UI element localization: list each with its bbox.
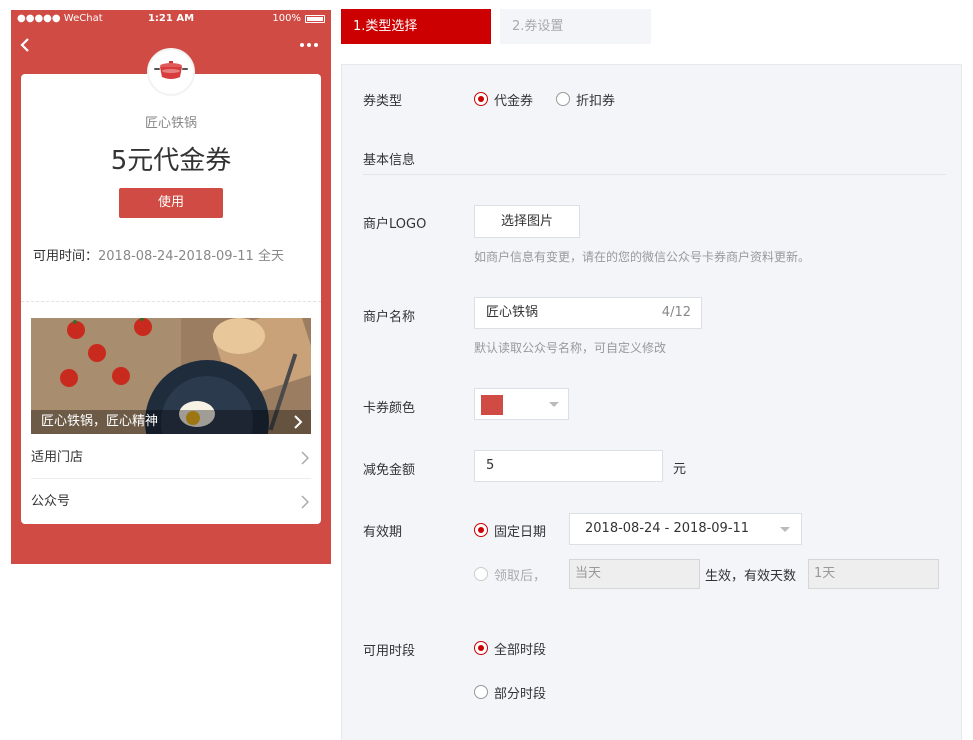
char-counter: 4/12 <box>661 305 691 320</box>
preview-validity: 可用时间：2018-08-24-2018-09-11 全天 <box>33 246 309 268</box>
logo-hint: 如商户信息有变更，请在的您的微信公众号卡券商户资料更新。 <box>474 250 811 264</box>
pot-logo-icon <box>154 61 188 79</box>
step-type-select[interactable]: 1.类型选择 <box>341 9 491 44</box>
merchant-name-input[interactable]: 匠心铁锅 4/12 <box>474 297 702 329</box>
use-button[interactable]: 使用 <box>119 188 223 218</box>
coupon-editor: ●●●●● WeChat 1:21 AM 100% 匠心铁锅 5元代金券 使用 … <box>0 0 973 740</box>
phone-preview: ●●●●● WeChat 1:21 AM 100% 匠心铁锅 5元代金券 使用 … <box>11 10 331 564</box>
validity-label: 可用时间： <box>33 249 99 264</box>
card-color-label: 卡券颜色 <box>363 401 416 416</box>
section-divider <box>363 174 946 175</box>
row-official-account[interactable]: 公众号 <box>31 480 311 524</box>
status-bar: ●●●●● WeChat 1:21 AM 100% <box>11 10 331 28</box>
choose-image-button[interactable]: 选择图片 <box>474 205 580 238</box>
preview-merchant-name: 匠心铁锅 <box>144 116 197 131</box>
radio-partial-time-label[interactable]: 部分时段 <box>494 683 546 702</box>
merchant-name-hint: 默认读取公众号名称，可自定义修改 <box>474 341 667 355</box>
dashed-divider <box>21 301 321 302</box>
merchant-name-value: 匠心铁锅 <box>486 305 539 320</box>
chevron-right-icon <box>294 415 303 429</box>
preview-coupon-title: 5元代金券 <box>110 146 232 176</box>
row-stores[interactable]: 适用门店 <box>31 436 311 480</box>
step-coupon-settings[interactable]: 2.券设置 <box>500 9 651 44</box>
discount-amount-input[interactable]: 5 <box>474 450 663 482</box>
battery-icon <box>305 15 325 23</box>
radio-relative-date[interactable] <box>474 567 488 581</box>
basic-info-heading: 基本信息 <box>363 153 416 168</box>
radio-all-time[interactable] <box>474 641 488 655</box>
radio-fixed-date[interactable] <box>474 523 488 537</box>
discount-amount-label: 减免金额 <box>363 463 416 478</box>
radio-voucher-label[interactable]: 代金券 <box>494 90 533 109</box>
radio-discount[interactable] <box>556 92 570 106</box>
validity-value: 2018-08-24-2018-09-11 全天 <box>98 249 284 264</box>
banner-image[interactable]: 匠心铁锅，匠心精神 <box>31 318 311 434</box>
currency-unit: 元 <box>673 462 687 477</box>
chevron-right-icon <box>301 451 309 465</box>
valid-days-input[interactable]: 1天 <box>808 559 939 589</box>
merchant-name-label: 商户名称 <box>363 310 416 325</box>
validity-period-label: 有效期 <box>363 525 403 540</box>
date-range-value: 2018-08-24 - 2018-09-11 <box>585 521 750 536</box>
radio-partial-time[interactable] <box>474 685 488 699</box>
logo-label: 商户LOGO <box>363 217 427 232</box>
radio-all-time-label[interactable]: 全部时段 <box>494 639 546 658</box>
effective-days-text: 生效，有效天数 <box>705 569 797 584</box>
more-dots-icon[interactable] <box>299 39 319 51</box>
battery-percent: 100% <box>272 13 301 24</box>
date-range-picker[interactable]: 2018-08-24 - 2018-09-11 <box>569 513 802 545</box>
effective-start-input[interactable]: 当天 <box>569 559 700 589</box>
radio-fixed-date-label[interactable]: 固定日期 <box>494 521 546 540</box>
coupon-card: 匠心铁锅 5元代金券 使用 可用时间：2018-08-24-2018-09-11… <box>21 48 321 524</box>
time-slot-label: 可用时段 <box>363 644 416 659</box>
caret-down-icon <box>549 402 559 407</box>
back-arrow-icon[interactable] <box>19 38 33 52</box>
radio-relative-date-label[interactable]: 领取后， <box>494 565 546 584</box>
chevron-right-icon <box>301 495 309 509</box>
banner-caption: 匠心铁锅，匠心精神 <box>31 410 311 434</box>
color-swatch <box>481 395 503 415</box>
radio-discount-label[interactable]: 折扣券 <box>576 90 615 109</box>
coupon-type-label: 券类型 <box>363 94 403 109</box>
settings-panel: 券类型 代金券 折扣券 基本信息 商户LOGO 选择图片 如商户信息有变更，请在… <box>341 64 962 740</box>
row-official-account-label: 公众号 <box>31 494 71 509</box>
merchant-logo <box>147 48 195 96</box>
row-divider <box>31 478 311 479</box>
row-stores-label: 适用门店 <box>31 450 84 465</box>
color-select[interactable] <box>474 388 569 420</box>
radio-voucher[interactable] <box>474 92 488 106</box>
caret-down-icon <box>780 527 790 532</box>
